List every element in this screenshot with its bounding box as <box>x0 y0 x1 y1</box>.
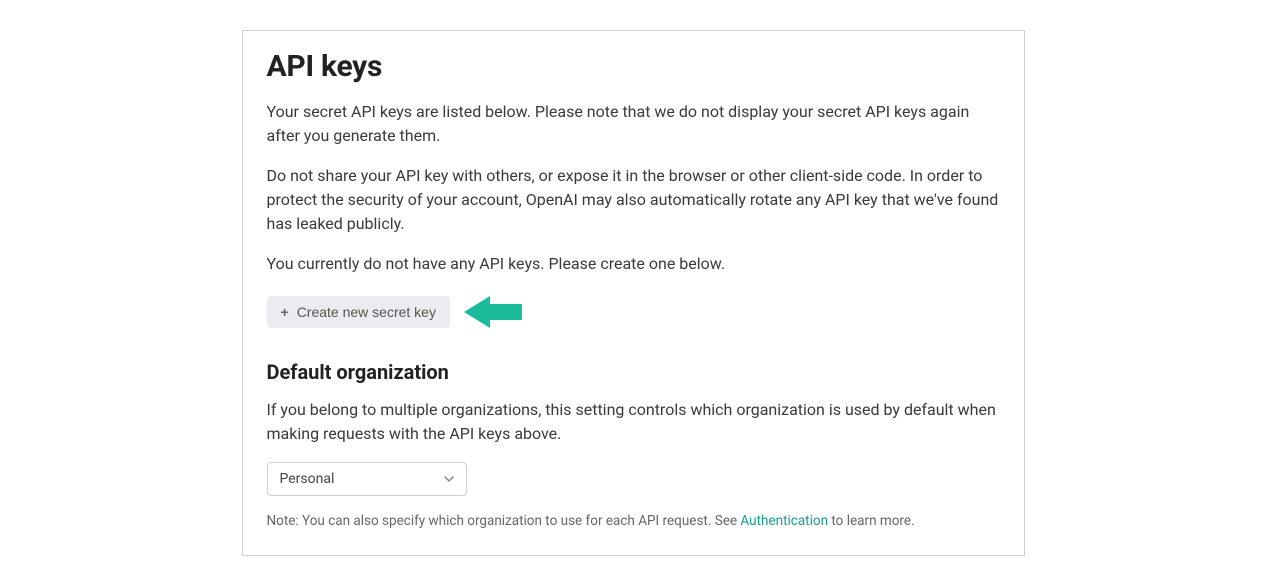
note-suffix: to learn more. <box>828 513 915 529</box>
create-secret-key-button[interactable]: + Create new secret key <box>267 296 450 328</box>
note-prefix: Note: You can also specify which organiz… <box>267 513 741 529</box>
api-keys-panel: API keys Your secret API keys are listed… <box>242 30 1025 556</box>
organization-select-wrap: Personal <box>267 462 467 496</box>
organization-select[interactable]: Personal <box>267 462 467 496</box>
authentication-link[interactable]: Authentication <box>740 513 828 529</box>
page-title: API keys <box>267 49 1000 84</box>
create-button-label: Create new secret key <box>297 304 436 320</box>
default-organization-heading: Default organization <box>267 360 1000 384</box>
create-key-row: + Create new secret key <box>267 292 1000 332</box>
organization-selected-value: Personal <box>280 471 335 487</box>
intro-paragraph-1: Your secret API keys are listed below. P… <box>267 100 1000 148</box>
org-note: Note: You can also specify which organiz… <box>267 512 1000 531</box>
plus-icon: + <box>281 304 289 320</box>
chevron-down-icon <box>443 473 455 485</box>
intro-paragraph-2: Do not share your API key with others, o… <box>267 164 1000 236</box>
empty-state-text: You currently do not have any API keys. … <box>267 252 1000 276</box>
default-org-description: If you belong to multiple organizations,… <box>267 398 1000 446</box>
pointer-arrow-icon <box>462 292 526 332</box>
